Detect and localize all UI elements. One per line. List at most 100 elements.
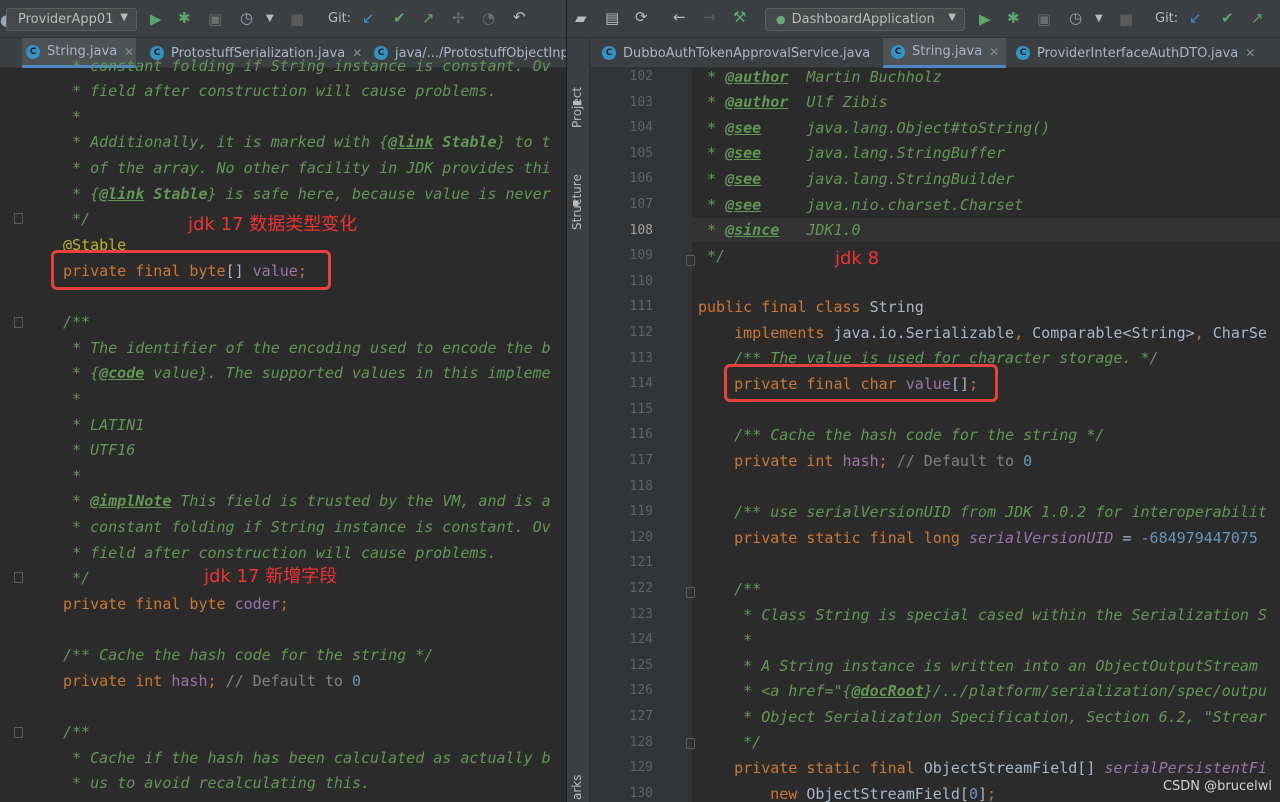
code-line: * <a href="{@docRoot}/../platform/serial… (698, 682, 1267, 700)
annotation-jdk8: jdk 8 (835, 248, 880, 269)
tab-label: String.java (912, 44, 983, 59)
git-push-icon[interactable]: ↗ (422, 9, 435, 27)
coverage-icon[interactable]: ▣ (1037, 10, 1051, 28)
git-commit-icon[interactable]: ✔ (393, 9, 406, 27)
run-config-label: DashboardApplication (791, 12, 935, 27)
code-line: /** (63, 313, 91, 331)
close-icon[interactable]: ✕ (989, 45, 999, 59)
stop-icon[interactable]: ■ (290, 10, 304, 28)
line-number: 116 (629, 427, 653, 443)
line-number: 125 (629, 657, 653, 673)
git-label: Git: (328, 11, 352, 26)
right-toolbar: ▰ ▤ ⟳ ← → ⚒ ● DashboardApplication ▼ ▶ ✱… (567, 0, 1280, 38)
line-number: 106 (629, 171, 653, 187)
code-line: */ (63, 210, 91, 228)
annotation-jdk17-new-field: jdk 17 新增字段 (204, 566, 338, 587)
code-line: implements java.io.Serializable, Compara… (698, 324, 1267, 342)
code-line: * @see java.lang.StringBuffer (698, 144, 1006, 162)
code-line-coder: private final byte coder; (63, 595, 289, 613)
run-config-selector[interactable]: ProviderApp01 ▼ (6, 8, 137, 31)
code-line: * {@code value}. The supported values in… (63, 364, 551, 382)
code-line: * (63, 467, 82, 485)
tab-dubbo-auth-token-approval-service[interactable]: C DubboAuthTokenApprovalService.java (602, 38, 870, 68)
fold-marker-icon[interactable] (14, 317, 23, 328)
build-hammer-icon[interactable]: ⚒ (733, 8, 746, 26)
profile-icon[interactable]: ◷ (240, 9, 253, 27)
code-line: */ (698, 247, 726, 265)
left-toolbar: ◐ ProviderApp01 ▼ ▶ ✱ ▣ ◷ ▼ ■ Git: ↙ ✔ ↗… (0, 0, 566, 38)
code-line: * us to avoid recalculating this. (63, 774, 371, 792)
line-number: 117 (629, 453, 653, 468)
sidebar-tab-bookmarks[interactable]: arks (570, 775, 584, 801)
line-number: 119 (629, 504, 653, 520)
line-number: 108 (629, 222, 653, 238)
code-line: * constant folding if String instance is… (63, 518, 551, 536)
code-line: * The identifier of the encoding used to… (63, 339, 551, 357)
code-line: * @see java.nio.charset.Charset (698, 196, 1024, 214)
line-number: 111 (629, 299, 653, 315)
watermark: CSDN @brucelwl (1162, 779, 1272, 794)
code-line: * Object Serialization Specification, Se… (698, 708, 1267, 726)
code-line: * A String instance is written into an O… (698, 657, 1258, 675)
code-line: * @since JDK1.0 (698, 221, 861, 239)
rollback-icon[interactable]: ↶ (513, 8, 526, 26)
fold-marker-icon[interactable] (14, 572, 23, 583)
debug-icon[interactable]: ✱ (178, 9, 191, 27)
git-push-icon[interactable]: ↗ (1251, 9, 1264, 27)
git-commit-icon[interactable]: ✔ (1221, 9, 1234, 27)
code-line: * LATIN1 (63, 416, 145, 434)
git-update-icon[interactable]: ↙ (1189, 9, 1202, 27)
left-code-editor[interactable]: * constant folding if String instance is… (0, 57, 566, 802)
code-line: new ObjectStreamField[0]; (698, 785, 997, 802)
code-line: * of the array. No other facility in JDK… (63, 159, 551, 177)
open-folder-icon[interactable]: ▰ (575, 9, 587, 27)
git-merge-icon[interactable]: ✢ (452, 9, 465, 27)
line-number: 122 (629, 581, 653, 596)
code-line: * @author Martin Buchholz (698, 68, 942, 86)
line-number: 115 (629, 401, 653, 417)
code-line: /** Cache the hash code for the string *… (63, 646, 434, 664)
code-line: * Cache if the hash has been calculated … (63, 749, 551, 767)
right-code-editor[interactable]: * @author Martin Buchholz * @author Ulf … (692, 68, 1280, 802)
class-icon: C (891, 44, 905, 59)
run-icon[interactable]: ▶ (979, 10, 991, 28)
fold-marker-icon[interactable] (14, 213, 23, 224)
stop-icon[interactable]: ■ (1119, 10, 1133, 28)
code-line: private static final long serialVersionU… (698, 529, 1258, 547)
forward-arrow-icon[interactable]: → (703, 8, 716, 26)
coverage-icon[interactable]: ▣ (208, 10, 222, 28)
save-icon[interactable]: ▤ (605, 9, 619, 27)
line-number: 129 (629, 760, 653, 776)
tab-string-java[interactable]: C String.java ✕ (883, 38, 1006, 68)
line-number: 118 (629, 478, 653, 494)
structure-icon: ▪ (572, 196, 580, 209)
back-arrow-icon[interactable]: ← (673, 8, 686, 26)
run-config-selector[interactable]: ● DashboardApplication ▼ (765, 8, 965, 31)
tab-provider-interface-auth-dto[interactable]: C ProviderInterfaceAuthDTO.java ✕ (1016, 38, 1255, 68)
profile-dropdown-icon[interactable]: ▼ (1095, 13, 1103, 24)
profile-icon[interactable]: ◷ (1069, 9, 1082, 27)
git-history-icon[interactable]: ◔ (482, 9, 495, 27)
line-number: 124 (629, 632, 653, 648)
code-line: /** Cache the hash code for the string *… (698, 426, 1105, 444)
debug-icon[interactable]: ✱ (1007, 9, 1020, 27)
code-line: private int hash; // Default to 0 (63, 672, 362, 690)
profile-dropdown-icon[interactable]: ▼ (266, 13, 274, 24)
git-update-icon[interactable]: ↙ (362, 9, 375, 27)
line-number: 110 (629, 273, 653, 289)
highlight-box-char-value (724, 364, 998, 402)
code-line: * UTF16 (63, 441, 136, 459)
code-line: /** (63, 723, 91, 741)
line-number: 127 (629, 709, 653, 724)
code-line: * Additionally, it is marked with {@link… (63, 133, 551, 151)
fold-marker-icon[interactable] (14, 727, 23, 738)
line-number-gutter: 102 103 104 105 106 107 108 109 110 111 112 113 114 1… (590, 68, 695, 802)
line-number: 114 (629, 376, 653, 392)
close-icon[interactable]: ✕ (1245, 46, 1255, 60)
code-line: */ (63, 569, 91, 587)
run-icon[interactable]: ▶ (150, 10, 162, 28)
sync-icon[interactable]: ⟳ (635, 8, 648, 26)
tool-window-sidebar: Project ▬ Structure ▪ arks (567, 38, 590, 802)
code-line: */ (698, 733, 762, 751)
git-label: Git: (1155, 11, 1179, 26)
